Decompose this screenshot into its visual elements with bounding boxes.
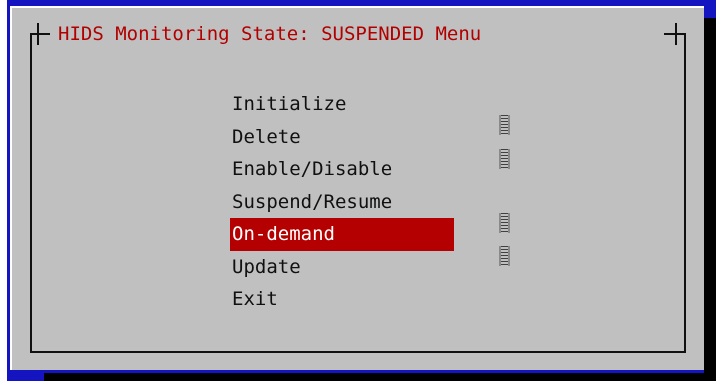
menu-item-update[interactable]: Update [230, 251, 454, 284]
dialog-shadow-bottom [44, 373, 716, 381]
title-left-tick [37, 23, 39, 45]
title-right-tick [675, 23, 677, 45]
menu-item-enable-disable[interactable]: Enable/Disable [230, 153, 454, 186]
menu-item-delete[interactable]: Delete [230, 121, 454, 154]
frame-left-line [30, 33, 32, 353]
terminal-screen: HIDS Monitoring State: SUSPENDED Menu In… [0, 0, 716, 381]
frame-right-line [684, 33, 686, 353]
dialog-highlight-top [10, 6, 704, 8]
scroll-marker-icon [499, 213, 510, 233]
menu-dialog: HIDS Monitoring State: SUSPENDED Menu In… [10, 6, 704, 370]
menu-list: Initialize Delete Enable/Disable Suspend… [230, 88, 454, 316]
dialog-shadow-right [704, 18, 716, 381]
frame-bottom-line [30, 351, 686, 353]
dialog-title: HIDS Monitoring State: SUSPENDED Menu [50, 21, 490, 47]
menu-item-on-demand[interactable]: On-demand [230, 218, 454, 251]
menu-item-exit[interactable]: Exit [230, 283, 454, 316]
scroll-marker-icon [499, 246, 510, 266]
scroll-marker-icon [499, 115, 510, 135]
dialog-highlight-left [10, 6, 12, 370]
menu-item-initialize[interactable]: Initialize [230, 88, 454, 121]
menu-item-suspend-resume[interactable]: Suspend/Resume [230, 186, 454, 219]
scroll-marker-icon [499, 149, 510, 169]
